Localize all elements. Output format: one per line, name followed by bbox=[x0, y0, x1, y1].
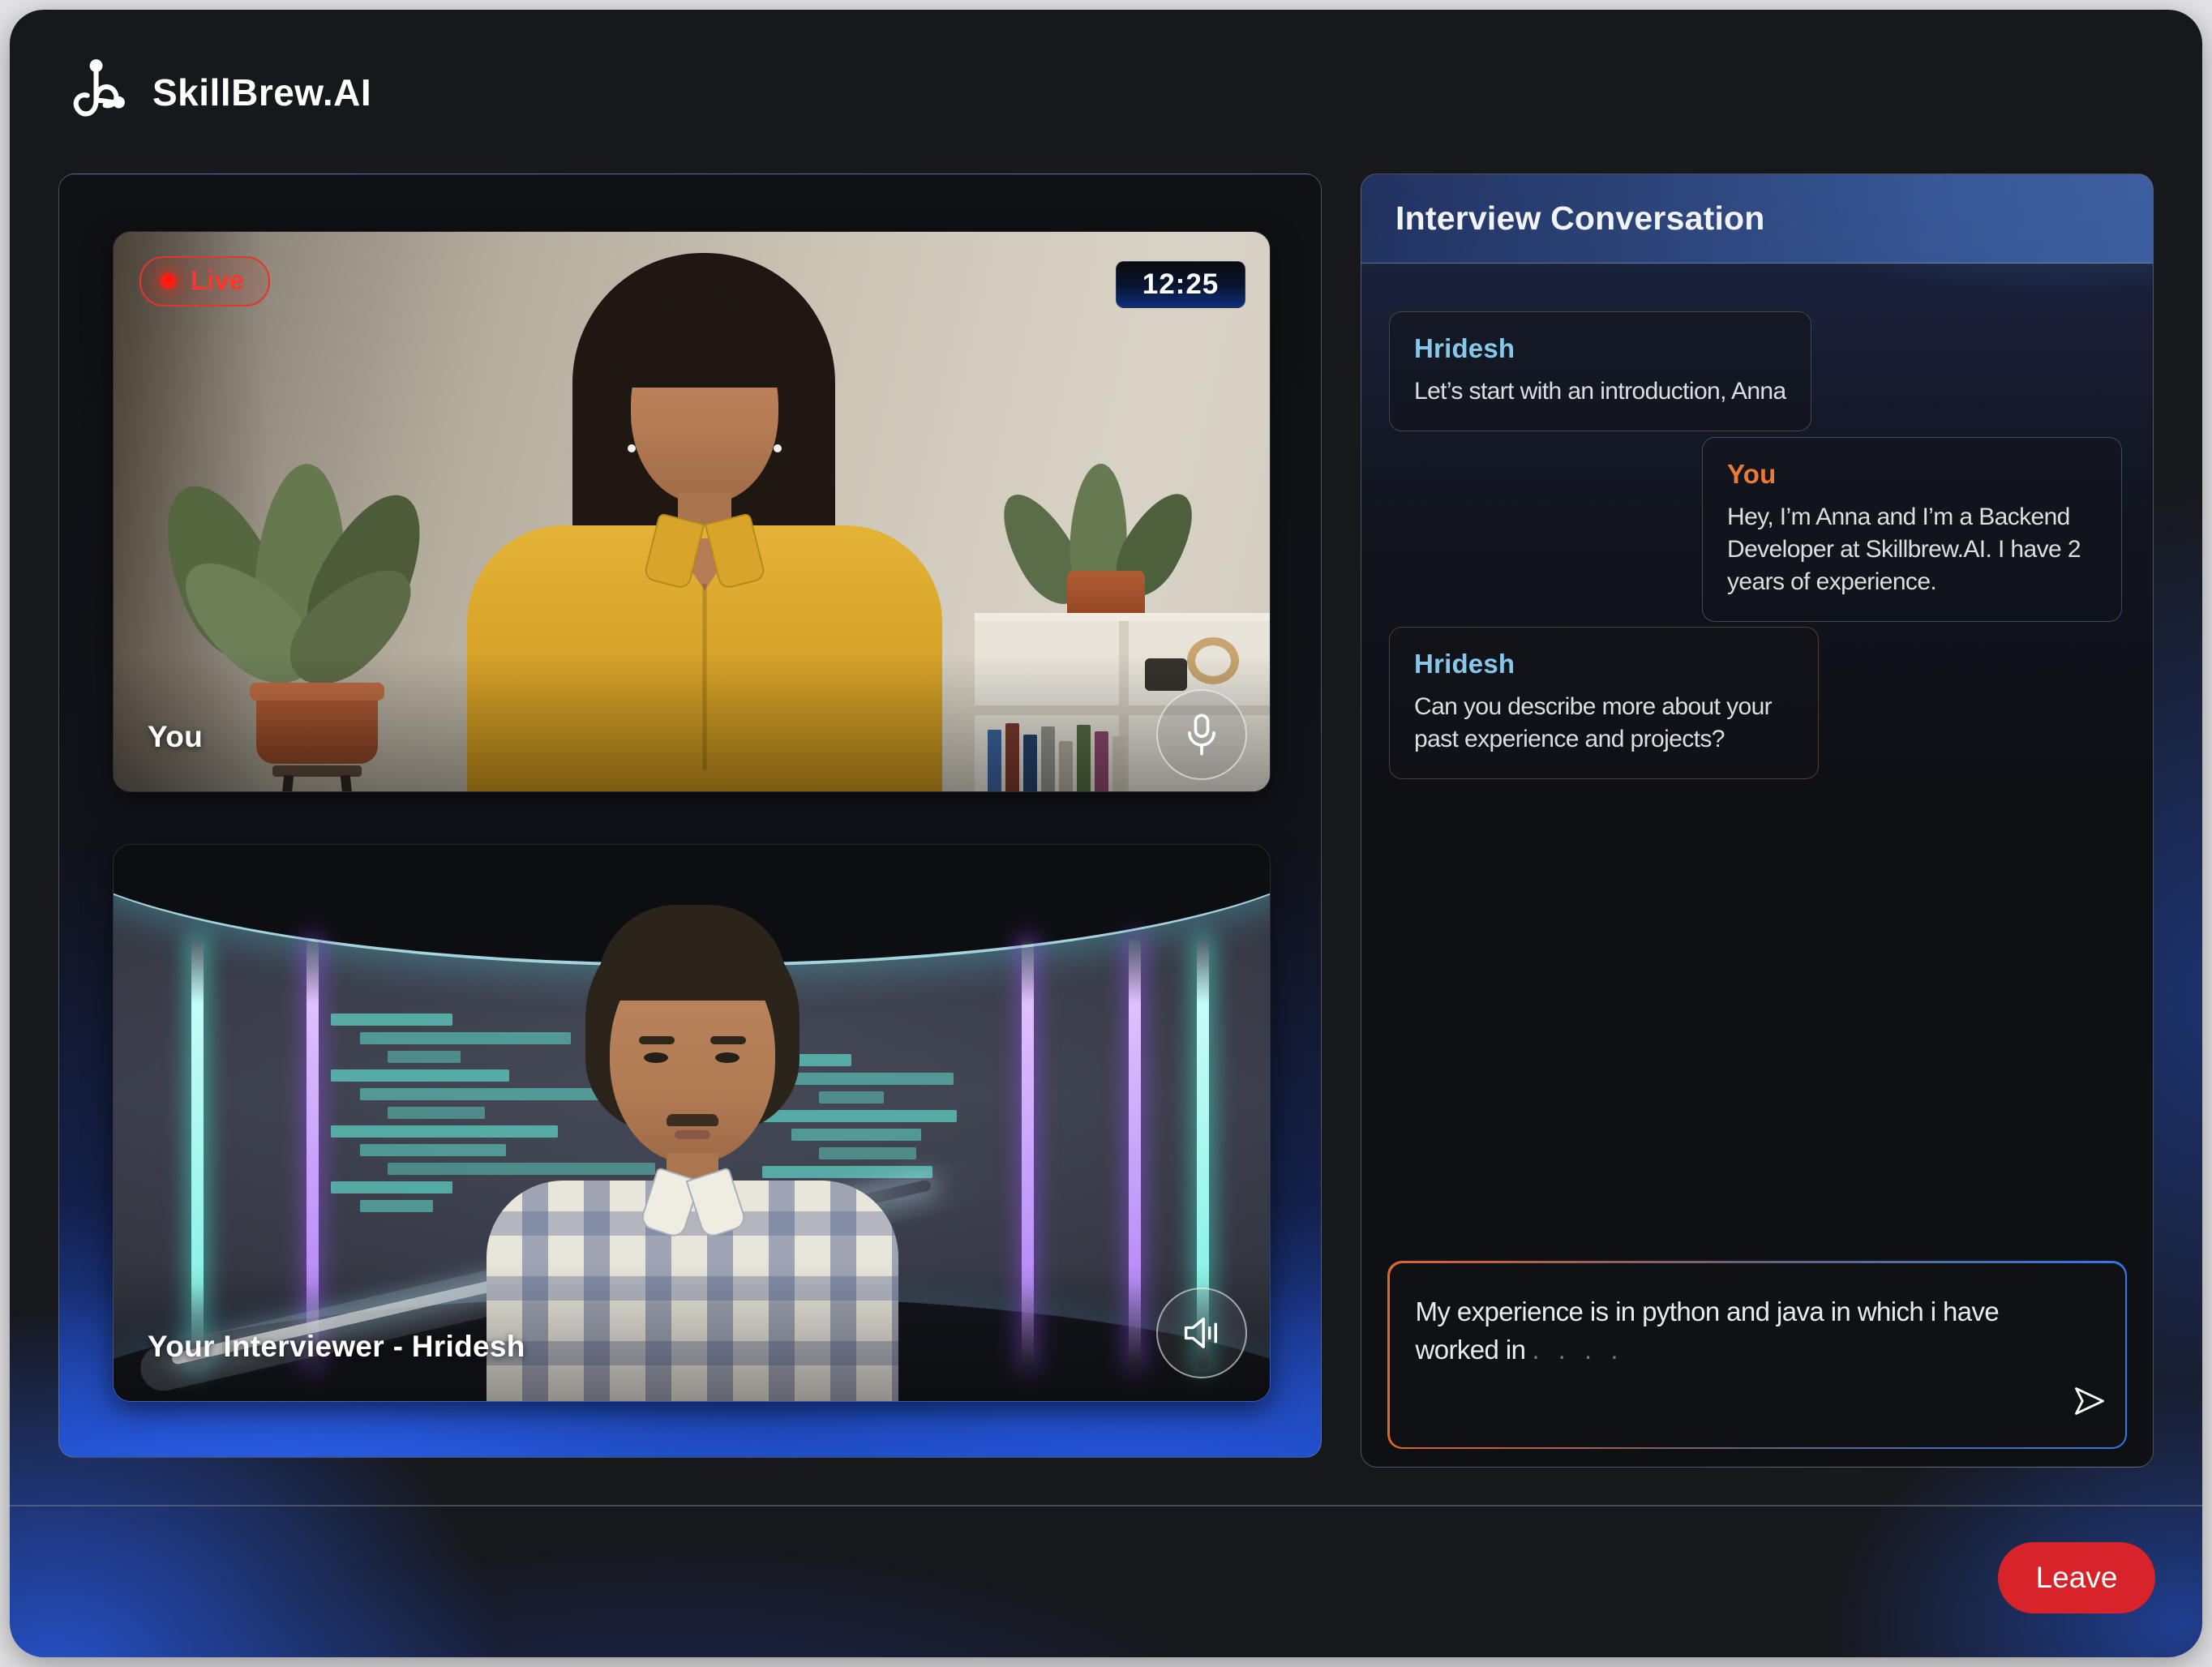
chat-message: You Hey, I’m Anna and I’m a Backend Deve… bbox=[1702, 437, 2122, 622]
skillbrew-logo-icon bbox=[66, 57, 130, 128]
label-gradient bbox=[114, 654, 1270, 791]
message-input[interactable]: My experience is in python and java in w… bbox=[1387, 1261, 2127, 1449]
self-video-tile: Live 12:25 You bbox=[113, 231, 1271, 792]
interviewer-video-label: Your Interviewer - Hridesh bbox=[148, 1330, 525, 1364]
session-timer: 12:25 bbox=[1116, 261, 1245, 308]
message-text: Let’s start with an introduction, Anna bbox=[1414, 375, 1786, 408]
message-input-dots: . . . . bbox=[1532, 1335, 1623, 1365]
message-sender: You bbox=[1727, 459, 2097, 490]
send-icon bbox=[2072, 1409, 2107, 1421]
brand-name: SkillBrew.AI bbox=[152, 71, 371, 114]
message-input-value: My experience is in python and java in w… bbox=[1416, 1296, 2000, 1365]
interviewer-video-scene bbox=[114, 845, 1270, 1401]
message-text: Hey, I’m Anna and I’m a Backend Develope… bbox=[1727, 501, 2097, 598]
chat-panel: Interview Conversation Hridesh Let’s sta… bbox=[1361, 174, 2154, 1468]
message-sender: Hridesh bbox=[1414, 649, 1794, 679]
speaker-button[interactable] bbox=[1156, 1288, 1247, 1378]
chat-message: Hridesh Can you describe more about your… bbox=[1389, 627, 1819, 779]
microphone-icon bbox=[1181, 712, 1223, 757]
message-sender: Hridesh bbox=[1414, 333, 1786, 364]
send-button[interactable] bbox=[2070, 1383, 2109, 1422]
brand-header: SkillBrew.AI bbox=[66, 57, 371, 128]
live-dot-icon bbox=[161, 273, 176, 289]
self-video-label: You bbox=[148, 720, 203, 754]
footer-divider bbox=[10, 1505, 2202, 1506]
live-label: Live bbox=[191, 265, 244, 296]
interviewer-video-tile: Your Interviewer - Hridesh bbox=[113, 844, 1271, 1402]
mic-button[interactable] bbox=[1156, 689, 1247, 780]
chat-title: Interview Conversation bbox=[1361, 174, 2153, 264]
leave-button[interactable]: Leave bbox=[1998, 1542, 2155, 1613]
message-text: Can you describe more about your past ex… bbox=[1414, 691, 1794, 756]
speaker-icon bbox=[1179, 1313, 1224, 1352]
video-panel: Live 12:25 You bbox=[58, 174, 1322, 1458]
live-badge: Live bbox=[139, 256, 270, 306]
chat-message: Hridesh Let’s start with an introduction… bbox=[1389, 311, 1811, 431]
app-window: SkillBrew.AI bbox=[10, 10, 2202, 1657]
message-input-text-area[interactable]: My experience is in python and java in w… bbox=[1390, 1263, 2125, 1447]
self-video-scene bbox=[114, 232, 1270, 791]
